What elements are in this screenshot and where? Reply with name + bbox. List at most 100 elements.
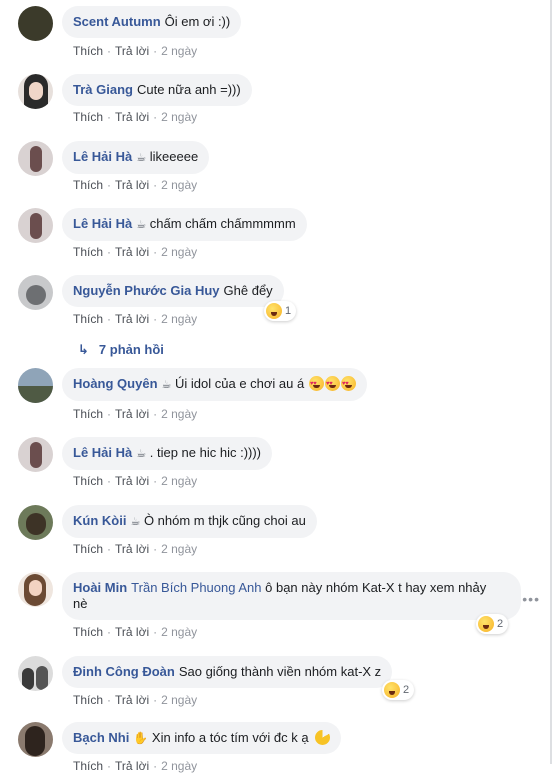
like-link[interactable]: Thích [73, 110, 103, 124]
mention-link[interactable]: Trần Bích Phuong Anh [131, 580, 261, 595]
waving-hand-icon: ✋ [133, 731, 149, 745]
haha-icon [266, 303, 282, 319]
avatar[interactable] [18, 505, 53, 540]
comment-actions: Thích · Trả lời · 2 ngày [73, 312, 198, 326]
comment-author[interactable]: Hoàng Quyên [73, 376, 158, 391]
comment-author[interactable]: Trà Giang [73, 82, 133, 97]
like-link[interactable]: Thích [73, 407, 103, 421]
comment-author[interactable]: Bạch Nhi [73, 730, 129, 745]
reaction-count: 1 [285, 305, 292, 317]
timestamp[interactable]: 2 ngày [161, 245, 197, 259]
avatar[interactable] [18, 572, 53, 607]
comment-author[interactable]: Scent Autumn [73, 14, 161, 29]
avatar[interactable] [18, 74, 53, 109]
like-link[interactable]: Thích [73, 44, 103, 58]
comment-actions: Thích · Trả lời · 2 ngày [73, 693, 198, 707]
timestamp[interactable]: 2 ngày [161, 759, 197, 773]
comment-text: Úi idol của e chơi au á [175, 376, 305, 391]
timestamp[interactable]: 2 ngày [161, 693, 197, 707]
more-options-icon[interactable]: ••• [522, 591, 540, 607]
timestamp[interactable]: 2 ngày [161, 407, 197, 421]
comment-author[interactable]: Lê Hải Hà [73, 216, 132, 231]
coffee-icon: ☕ [136, 219, 147, 231]
comment-bubble: Đinh Công Đoàn Sao giống thành viền nhóm … [62, 656, 393, 688]
reply-link[interactable]: Trả lời [115, 178, 149, 192]
like-link[interactable]: Thích [73, 474, 103, 488]
avatar[interactable] [18, 208, 53, 243]
like-link[interactable]: Thích [73, 178, 103, 192]
coffee-icon: ☕ [136, 448, 147, 460]
timestamp[interactable]: 2 ngày [161, 625, 197, 639]
reply-link[interactable]: Trả lời [115, 407, 149, 421]
like-link[interactable]: Thích [73, 245, 103, 259]
comment-text: Sao giống thành viền nhóm kat-X z [178, 664, 382, 679]
avatar[interactable] [18, 368, 53, 403]
reply-link[interactable]: Trả lời [115, 474, 149, 488]
reply-link[interactable]: Trả lời [115, 542, 149, 556]
comment-bubble: Trà Giang Cute nữa anh =))) [62, 74, 252, 106]
like-link[interactable]: Thích [73, 693, 103, 707]
like-link[interactable]: Thích [73, 542, 103, 556]
like-link[interactable]: Thích [73, 312, 103, 326]
reaction-count: 2 [497, 618, 504, 630]
timestamp[interactable]: 2 ngày [161, 178, 197, 192]
comment-bubble: Nguyễn Phước Gia Huy Ghê đểy [62, 275, 284, 307]
timestamp[interactable]: 2 ngày [161, 474, 197, 488]
timestamp[interactable]: 2 ngày [161, 110, 197, 124]
comment-text: Ò nhóm m thjk cũng choi au [143, 513, 306, 528]
reply-link[interactable]: Trả lời [115, 625, 149, 639]
pacman-emoji [315, 730, 331, 745]
comment-author[interactable]: Hoài Min [73, 580, 127, 595]
comment-text: likeeeee [149, 149, 199, 164]
view-replies-link[interactable]: ↳ 7 phản hồi [78, 342, 164, 358]
comment-text: chấm chấm chấmmmmm [149, 216, 296, 231]
like-link[interactable]: Thích [73, 759, 103, 773]
coffee-icon: ☕ [161, 379, 172, 391]
reply-link[interactable]: Trả lời [115, 44, 149, 58]
timestamp[interactable]: 2 ngày [161, 542, 197, 556]
comment-actions: Thích · Trả lời · 2 ngày [73, 474, 198, 488]
reply-link[interactable]: Trả lời [115, 759, 149, 773]
comment-author[interactable]: Nguyễn Phước Gia Huy [73, 283, 220, 298]
avatar[interactable] [18, 275, 53, 310]
heart-eyes-emoji [308, 376, 324, 392]
reaction-summary[interactable]: 2 [382, 680, 415, 700]
comment-bubble: Lê Hải Hà ☕ . tiep ne hic hic :)))) [62, 437, 273, 470]
avatar[interactable] [18, 437, 53, 472]
avatar[interactable] [18, 141, 53, 176]
timestamp[interactable]: 2 ngày [161, 44, 197, 58]
avatar[interactable] [18, 722, 53, 757]
comment-actions: Thích · Trả lời · 2 ngày [73, 110, 198, 124]
comment-bubble: Lê Hải Hà ☕ chấm chấm chấmmmmm [62, 208, 307, 241]
haha-icon [384, 682, 400, 698]
reaction-summary[interactable]: 1 [264, 301, 297, 321]
heart-eyes-emoji [324, 376, 340, 392]
like-link[interactable]: Thích [73, 625, 103, 639]
reply-link[interactable]: Trả lời [115, 312, 149, 326]
avatar[interactable] [18, 6, 53, 41]
reply-link[interactable]: Trả lời [115, 693, 149, 707]
comment-actions: Thích · Trả lời · 2 ngày [73, 625, 198, 639]
comment-actions: Thích · Trả lời · 2 ngày [73, 178, 198, 192]
reply-link[interactable]: Trả lời [115, 245, 149, 259]
reaction-summary[interactable]: 2 [476, 614, 509, 634]
coffee-icon: ☕ [130, 516, 141, 528]
comment-actions: Thích · Trả lời · 2 ngày [73, 245, 198, 259]
comment-author[interactable]: Lê Hải Hà [73, 149, 132, 164]
reply-arrow-icon: ↳ [78, 342, 89, 357]
comment-author[interactable]: Lê Hải Hà [73, 445, 132, 460]
comment-bubble: Hoài Min Trần Bích Phuong Anh ô bạn này n… [62, 572, 521, 620]
comment-actions: Thích · Trả lời · 2 ngày [73, 759, 198, 773]
comment-actions: Thích · Trả lời · 2 ngày [73, 407, 198, 421]
comment-actions: Thích · Trả lời · 2 ngày [73, 44, 198, 58]
comment-author[interactable]: Đinh Công Đoàn [73, 664, 175, 679]
timestamp[interactable]: 2 ngày [161, 312, 197, 326]
comment-actions: Thích · Trả lời · 2 ngày [73, 542, 198, 556]
comment-author[interactable]: Kún Kòii [73, 513, 126, 528]
comment-bubble: Kún Kòii ☕ Ò nhóm m thjk cũng choi au [62, 505, 317, 538]
avatar[interactable] [18, 656, 53, 691]
comment-bubble: Hoàng Quyên ☕ Úi idol của e chơi au á [62, 368, 367, 401]
comment-bubble: Lê Hải Hà ☕ likeeeee [62, 141, 210, 174]
reaction-count: 2 [403, 684, 410, 696]
reply-link[interactable]: Trả lời [115, 110, 149, 124]
